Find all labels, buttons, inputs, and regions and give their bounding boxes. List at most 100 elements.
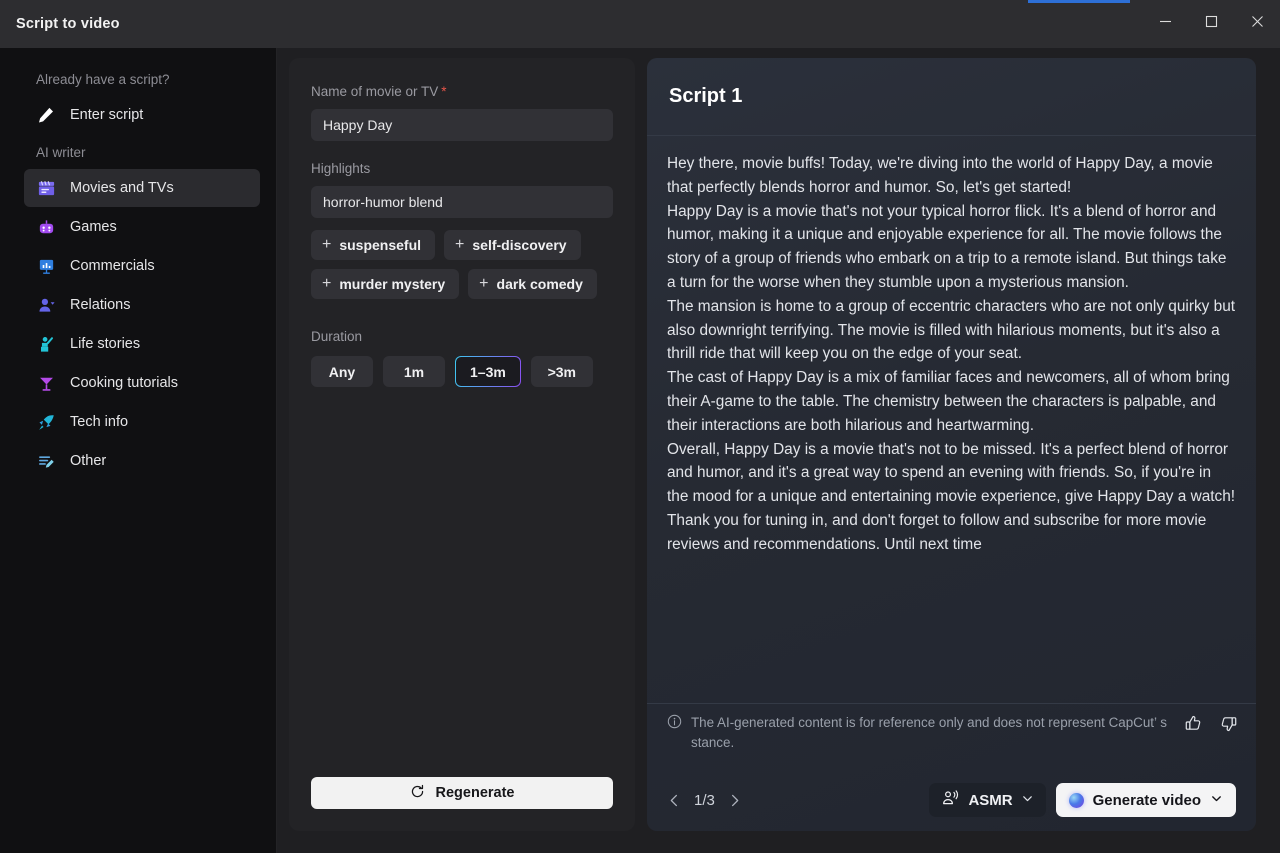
script-paragraph: The mansion is home to a group of eccent… [667, 297, 1236, 363]
script-title: Script 1 [669, 85, 743, 107]
close-button[interactable] [1234, 0, 1280, 48]
chip-label: suspenseful [339, 237, 422, 253]
info-icon [667, 712, 682, 734]
close-icon [1251, 15, 1264, 33]
voice-style-label: ASMR [968, 791, 1013, 809]
voice-style-button[interactable]: ASMR [929, 783, 1046, 817]
sidebar-item-label: Enter script [70, 107, 144, 123]
sidebar-item-games[interactable]: Games [24, 208, 260, 246]
duration-option-any[interactable]: Any [311, 356, 373, 387]
script-footer: 1/3 ASMR Generate video [647, 769, 1256, 831]
window-controls [1142, 0, 1280, 48]
script-pager: 1/3 [667, 792, 742, 809]
sidebar-item-label: Other [70, 453, 107, 469]
feedback-buttons [1184, 712, 1238, 738]
sidebar-item-life-stories[interactable]: Life stories [24, 325, 260, 363]
chip-label: self-discovery [472, 237, 567, 253]
chip-label: murder mystery [339, 276, 446, 292]
app-title: Script to video [16, 16, 120, 32]
chip-suspenseful[interactable]: + suspenseful [311, 230, 436, 260]
sidebar-item-movies-and-tvs[interactable]: Movies and TVs [24, 169, 260, 207]
script-paragraph: Thank you for tuning in, and don't forge… [667, 511, 1207, 553]
movie-name-input[interactable]: Happy Day [311, 109, 613, 141]
chip-self-discovery[interactable]: + self-discovery [444, 230, 581, 260]
pencil-icon [36, 105, 56, 125]
script-paragraph: Happy Day is a movie that's not your typ… [667, 202, 1227, 291]
minimize-icon [1159, 15, 1172, 33]
required-asterisk: * [441, 84, 447, 99]
sidebar-item-label: Life stories [70, 336, 141, 352]
presentation-chart-icon [36, 256, 56, 276]
sidebar: Already have a script? Enter script AI w… [0, 48, 277, 853]
script-paragraph: Overall, Happy Day is a movie that's not… [667, 440, 1236, 506]
sidebar-item-cooking-tutorials[interactable]: Cooking tutorials [24, 364, 260, 402]
sidebar-item-enter-script[interactable]: Enter script [24, 96, 260, 134]
plus-icon: + [455, 236, 465, 253]
highlights-input[interactable]: horror-humor blend [311, 186, 613, 218]
plus-icon: + [479, 275, 489, 292]
thumbs-up-icon[interactable] [1184, 714, 1203, 738]
script-card: Script 1 Hey there, movie buffs! Today, … [647, 58, 1256, 831]
ai-disclaimer: The AI-generated content is for referenc… [647, 703, 1256, 769]
voice-person-icon [941, 789, 960, 812]
disclaimer-text: The AI-generated content is for referenc… [691, 715, 1167, 750]
page-indicator: 1/3 [694, 791, 715, 809]
script-column: Script 1 Hey there, movie buffs! Today, … [647, 48, 1280, 853]
maximize-icon [1205, 15, 1218, 33]
script-paragraph: The cast of Happy Day is a mix of famili… [667, 369, 1230, 434]
minimize-button[interactable] [1142, 0, 1188, 48]
generate-video-button[interactable]: Generate video [1055, 783, 1236, 817]
document-edit-icon [36, 451, 56, 471]
duration-option-over-3m[interactable]: >3m [530, 356, 593, 387]
script-options-card: Name of movie or TV * Happy Day Highlight… [289, 58, 635, 831]
script-header: Script 1 [647, 58, 1256, 136]
people-icon [36, 295, 56, 315]
duration-field-label: Duration [311, 329, 363, 344]
duration-option-1m[interactable]: 1m [383, 356, 445, 387]
sidebar-item-relations[interactable]: Relations [24, 286, 260, 324]
chevron-down-icon [1021, 792, 1034, 809]
rocket-icon [36, 412, 56, 432]
sidebar-item-label: Relations [70, 297, 131, 313]
chip-murder-mystery[interactable]: + murder mystery [311, 269, 460, 299]
chip-dark-comedy[interactable]: + dark comedy [468, 269, 597, 299]
clapperboard-icon [36, 178, 56, 198]
title-bar: Script to video [0, 0, 1280, 48]
sidebar-item-other[interactable]: Other [24, 442, 260, 480]
sidebar-item-tech-info[interactable]: Tech info [24, 403, 260, 441]
maximize-button[interactable] [1188, 0, 1234, 48]
sidebar-item-label: Commercials [70, 258, 155, 274]
plus-icon: + [322, 236, 332, 253]
ai-orb-icon [1068, 792, 1084, 808]
regenerate-button[interactable]: Regenerate [311, 777, 613, 809]
sidebar-item-label: Tech info [70, 414, 129, 430]
active-tab-accent-bar [1028, 0, 1130, 3]
refresh-icon [410, 784, 425, 803]
duration-option-1-3m[interactable]: 1–3m [455, 356, 521, 387]
thumbs-down-icon[interactable] [1219, 714, 1238, 738]
gamepad-icon [36, 217, 56, 237]
name-field-label: Name of movie or TV * [311, 84, 613, 99]
cocktail-glass-icon [36, 373, 56, 393]
script-text-body[interactable]: Hey there, movie buffs! Today, we're div… [647, 136, 1256, 703]
sidebar-item-label: Movies and TVs [70, 180, 174, 196]
sidebar-item-commercials[interactable]: Commercials [24, 247, 260, 285]
chevron-right-icon[interactable] [727, 793, 742, 808]
duration-options: Any 1m 1–3m >3m [311, 356, 613, 387]
chevron-down-icon[interactable] [1210, 792, 1223, 809]
form-column: Name of movie or TV * Happy Day Highlight… [277, 48, 647, 853]
sidebar-group-label-have-script: Already have a script? [36, 72, 170, 87]
script-paragraph: Hey there, movie buffs! Today, we're div… [667, 155, 1213, 196]
highlights-field-label: Highlights [311, 161, 371, 176]
generate-video-label: Generate video [1092, 791, 1201, 809]
regenerate-label: Regenerate [435, 785, 515, 801]
plus-icon: + [322, 275, 332, 292]
chip-label: dark comedy [496, 276, 583, 292]
sidebar-item-label: Games [70, 219, 117, 235]
person-waving-icon [36, 334, 56, 354]
sidebar-item-label: Cooking tutorials [70, 375, 178, 391]
suggested-highlight-chips: + suspenseful + self-discovery + murder … [311, 230, 613, 299]
name-field-label-text: Name of movie or TV [311, 84, 439, 99]
sidebar-group-label-ai-writer: AI writer [36, 145, 86, 160]
chevron-left-icon[interactable] [667, 793, 682, 808]
